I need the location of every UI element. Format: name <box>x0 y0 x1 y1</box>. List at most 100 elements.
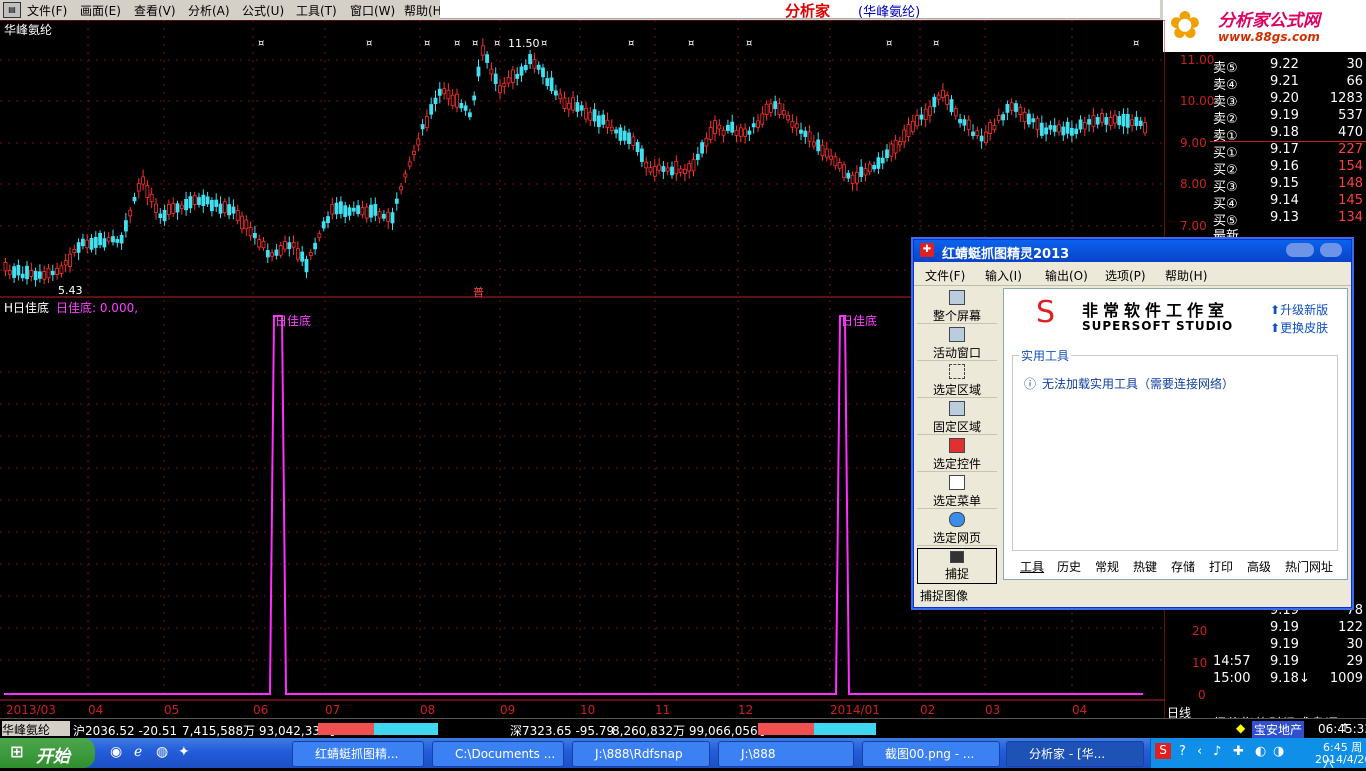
indicator-name[interactable]: H日佳底 <box>4 299 49 316</box>
tray-shield-icon[interactable]: ◐ <box>1255 744 1266 759</box>
candle <box>102 238 107 248</box>
desktop-icon[interactable]: ◉ <box>110 744 122 760</box>
candle <box>657 164 661 171</box>
capture-fullscreen[interactable]: 整个屏幕 <box>917 288 997 324</box>
candle <box>1027 113 1031 125</box>
upgrade-link[interactable]: ⬆升级新版 <box>1270 301 1328 318</box>
candle <box>1121 113 1126 127</box>
candle <box>399 186 404 191</box>
dialog-menu-output[interactable]: 输出(O) <box>1045 267 1088 284</box>
menu-analysis[interactable]: 分析(A) <box>188 2 230 19</box>
capture-fixed[interactable]: 固定区域 <box>917 399 997 435</box>
candle <box>1130 119 1134 126</box>
candle <box>136 183 141 192</box>
candle <box>528 54 532 65</box>
ie-icon[interactable]: ℯ <box>134 744 142 760</box>
clock-date[interactable]: 2014/4/26 <box>1315 753 1366 766</box>
mid-marker: 普 <box>473 286 484 299</box>
task-button[interactable]: J:\888 <box>718 741 854 767</box>
candle <box>42 271 47 280</box>
dialog-status: 捕捉图像 <box>920 589 969 603</box>
candle <box>738 127 743 137</box>
brand-title: 分析家 <box>785 2 831 20</box>
candle <box>665 167 670 172</box>
capture-webpage[interactable]: 选定网页 <box>917 510 997 546</box>
candle <box>394 198 399 204</box>
menu-view[interactable]: 查看(V) <box>134 2 176 19</box>
menu-bar: ▤ 文件(F) 画面(E) 查看(V) 分析(A) 公式(U) 工具(T) 窗口… <box>0 0 1366 20</box>
indicator-value: 日佳底: 0.000, <box>56 301 139 315</box>
menu-file[interactable]: 文件(F) <box>27 2 67 19</box>
close-button[interactable] <box>1320 243 1342 257</box>
tray-globe-icon[interactable]: ◑ <box>1273 744 1284 759</box>
candle <box>390 212 395 224</box>
dialog-menu-options[interactable]: 选项(P) <box>1105 267 1146 284</box>
quote-price: 9.22 <box>1270 57 1299 72</box>
dialog-menu-file[interactable]: 文件(F) <box>925 267 965 284</box>
candle <box>506 77 511 84</box>
candle <box>910 120 915 133</box>
capture-control[interactable]: 选定控件 <box>917 436 997 472</box>
back-icon[interactable]: ‹ <box>1197 744 1202 759</box>
btn-label: 选定网页 <box>932 531 981 545</box>
app-quick-icon[interactable]: ✦ <box>178 744 190 760</box>
candle <box>979 135 984 142</box>
task-button[interactable]: J:\888\Rdfsnap <box>572 741 710 767</box>
candle <box>437 88 442 96</box>
candle <box>197 197 201 205</box>
skin-link[interactable]: ⬆更换皮肤 <box>1270 319 1328 336</box>
ind-tick: 0 <box>1198 688 1206 702</box>
tick-row: 9.19 122 <box>1210 620 1366 637</box>
task-button[interactable]: 分析家 - [华... <box>1006 741 1144 767</box>
quote-volume: 470 <box>1338 125 1363 140</box>
tab-history[interactable]: 历史 <box>1057 558 1081 575</box>
menu-formula[interactable]: 公式(U) <box>242 2 284 19</box>
capture-window[interactable]: 活动窗口 <box>917 325 997 361</box>
candle <box>1061 126 1066 136</box>
candle <box>584 107 588 120</box>
tab-hotkeys[interactable]: 热键 <box>1133 558 1157 575</box>
candle <box>863 168 868 176</box>
task-button[interactable]: C:\Documents ... <box>432 741 564 767</box>
tab-tools[interactable]: 工具 <box>1020 558 1044 575</box>
status-stock[interactable]: 华峰氨纶 <box>2 721 70 737</box>
dialog-menu-input[interactable]: 输入(I) <box>985 267 1022 284</box>
tab-print[interactable]: 打印 <box>1209 558 1233 575</box>
candle <box>381 213 386 219</box>
minimize-button[interactable] <box>1286 243 1314 257</box>
dialog-title: 红蜻蜓抓图精灵2013 <box>942 247 1070 262</box>
tray-app-icon[interactable]: S <box>1155 743 1171 759</box>
speaker-icon[interactable]: ♪ <box>1213 744 1221 759</box>
tab-advanced[interactable]: 高级 <box>1247 558 1271 575</box>
dialog-titlebar[interactable]: ✚ 红蜻蜓抓图精灵2013 <box>914 240 1351 262</box>
candle <box>1091 115 1096 127</box>
candle <box>652 166 657 177</box>
candle <box>644 161 649 169</box>
candle <box>906 124 911 137</box>
capture-menu[interactable]: 选定菜单 <box>917 473 997 509</box>
capture-button[interactable]: 捕捉 <box>917 548 997 584</box>
capture-region[interactable]: 选定区域 <box>917 362 997 398</box>
sh-bar-down <box>374 723 438 735</box>
candle <box>614 129 618 134</box>
candle <box>893 139 898 154</box>
candle <box>63 260 68 266</box>
candle <box>29 270 34 277</box>
tab-storage[interactable]: 存储 <box>1171 558 1195 575</box>
tab-general[interactable]: 常规 <box>1095 558 1119 575</box>
task-button[interactable]: 红蜻蜓抓图精... <box>292 741 424 767</box>
task-button[interactable]: 截图00.png - ... <box>862 741 1000 767</box>
menu-view-screen[interactable]: 画面(E) <box>80 2 121 19</box>
candle <box>962 119 967 126</box>
menu-tools[interactable]: 工具(T) <box>296 2 337 19</box>
help-icon[interactable]: ? <box>1179 744 1186 759</box>
candle <box>38 271 42 279</box>
dialog-menu-help[interactable]: 帮助(H) <box>1165 267 1207 284</box>
app-icon[interactable]: ▤ <box>3 2 21 18</box>
start-button[interactable]: ⊞ 开始 <box>0 738 95 768</box>
explorer-icon[interactable]: ◍ <box>156 744 168 760</box>
menu-window[interactable]: 窗口(W) <box>350 2 395 19</box>
tab-hot-urls[interactable]: 热门网址 <box>1285 558 1333 575</box>
candle <box>794 123 799 129</box>
tray-network-icon[interactable]: ✚ <box>1233 744 1244 759</box>
